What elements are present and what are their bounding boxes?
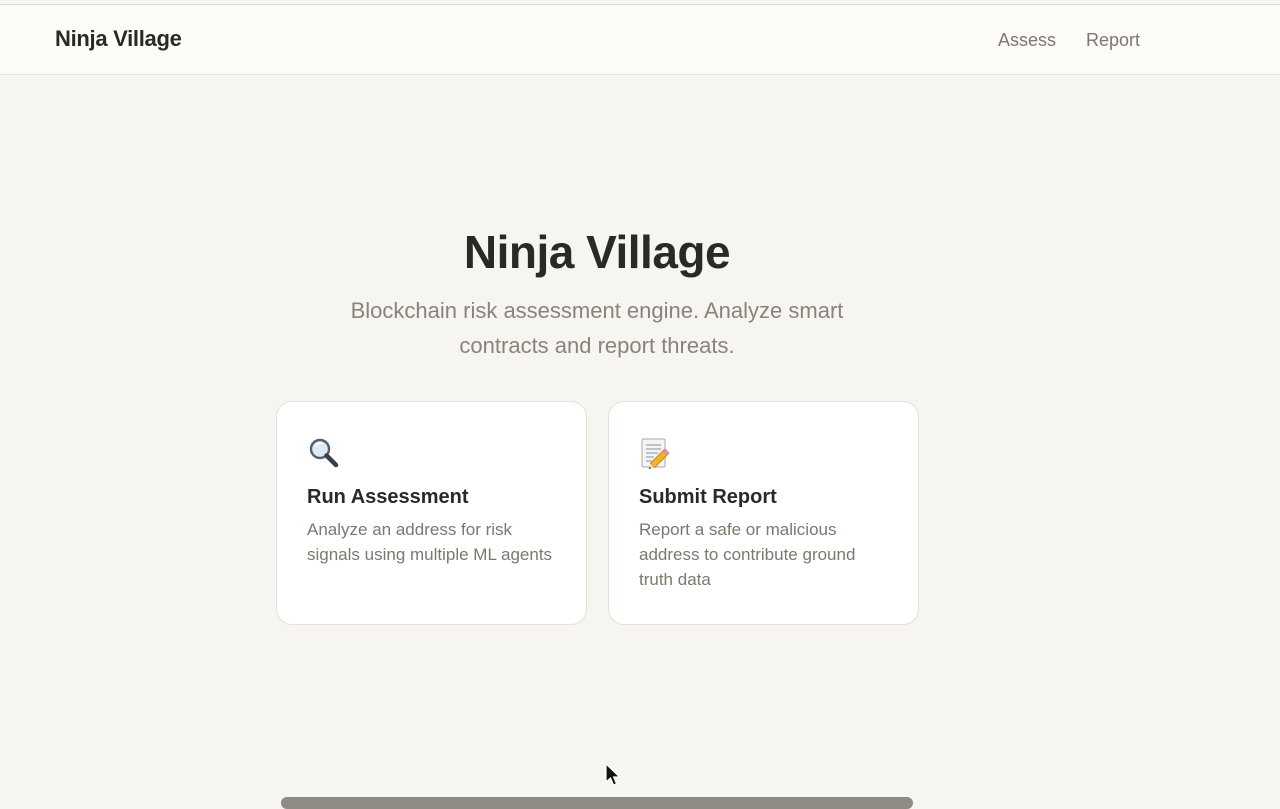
submit-report-card[interactable]: Submit Report Report a safe or malicious… [608, 401, 919, 625]
magnifying-glass-icon [309, 438, 339, 468]
nav-link-assess[interactable]: Assess [998, 30, 1056, 51]
hero-section: Ninja Village Blockchain risk assessment… [0, 225, 1194, 363]
card-title: Run Assessment [307, 486, 469, 508]
card-description: Report a safe or malicious address to co… [639, 520, 856, 589]
card-description: Analyze an address for risk signals usin… [307, 520, 553, 564]
nav-links: Assess Report [998, 30, 1140, 51]
mouse-cursor-icon [605, 763, 621, 786]
page-title: Ninja Village [463, 226, 731, 278]
run-assessment-card[interactable]: Run Assessment Analyze an address for ri… [276, 401, 587, 625]
brand-logo[interactable]: Ninja Village [55, 26, 182, 52]
nav-link-report[interactable]: Report [1086, 30, 1140, 51]
card-title: Submit Report [639, 486, 777, 508]
navbar: Ninja Village Assess Report [0, 5, 1280, 75]
memo-icon [641, 438, 670, 470]
page-subtitle: Blockchain risk assessment engine. Analy… [350, 298, 844, 358]
bottom-scroll-hint [281, 797, 913, 809]
action-cards: Run Assessment Analyze an address for ri… [276, 401, 919, 625]
